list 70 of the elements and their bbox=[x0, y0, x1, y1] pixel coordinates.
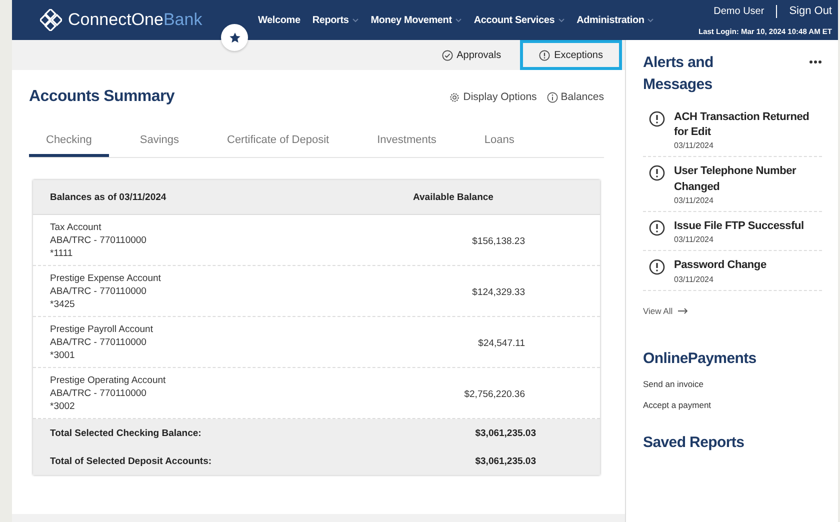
account-name: Prestige Operating Account bbox=[50, 375, 167, 386]
alert-title[interactable]: ACH Transaction Returned for Edit bbox=[674, 110, 819, 140]
nav-menu-item[interactable]: Money Movement bbox=[370, 14, 462, 26]
alert-title[interactable]: User Telephone Number Changed bbox=[674, 164, 819, 196]
balance-amount: $156,138.23 bbox=[471, 235, 525, 249]
caret-icon bbox=[647, 18, 654, 22]
alert-date: 03/11/2024 bbox=[674, 235, 714, 244]
account-name: Prestige Expense Account bbox=[50, 273, 162, 284]
action-link[interactable]: Display Options bbox=[449, 91, 537, 103]
alert-date: 03/11/2024 bbox=[674, 274, 714, 284]
total-amount: $3,061,235.03 bbox=[474, 456, 537, 466]
account-number: *3425 bbox=[50, 299, 76, 310]
routing-number: ABA/TRC - 770110000 bbox=[50, 337, 148, 348]
nav-menu-item[interactable]: Administration bbox=[576, 14, 654, 26]
account-name: Prestige Payroll Account bbox=[50, 324, 154, 335]
arrow-right-icon bbox=[678, 308, 688, 314]
section-title: Accounts Summary bbox=[29, 88, 174, 106]
balance-amount: $124,329.33 bbox=[471, 286, 525, 300]
alert-icon bbox=[649, 259, 665, 276]
account-name: Tax Account bbox=[50, 222, 102, 233]
total-amount: $3,061,235.03 bbox=[474, 428, 537, 438]
account-number: *3002 bbox=[50, 401, 76, 412]
routing-number: ABA/TRC - 770110000 bbox=[50, 388, 148, 399]
balance-amount: $24,547.11 bbox=[477, 337, 525, 351]
caret-icon bbox=[558, 18, 565, 22]
payment-link[interactable]: Send an invoice bbox=[643, 378, 822, 389]
alert-icon bbox=[649, 110, 665, 126]
logo-icon bbox=[40, 9, 62, 31]
panel-title: Alerts and Messages bbox=[643, 53, 714, 95]
routing-number: ABA/TRC - 770110000 bbox=[50, 235, 148, 246]
payment-link[interactable]: Accept a payment bbox=[643, 400, 822, 410]
alert-icon bbox=[539, 50, 550, 60]
toolbar-link[interactable]: Exceptions bbox=[520, 40, 622, 70]
toolbar-link[interactable]: Approvals bbox=[422, 40, 520, 70]
check-circle-icon bbox=[442, 50, 453, 60]
alert-date: 03/11/2024 bbox=[674, 141, 714, 150]
column-header: Available Balance bbox=[412, 192, 494, 202]
caret-icon bbox=[352, 18, 359, 22]
star-icon bbox=[228, 32, 240, 44]
nav-menu-item[interactable]: Welcome bbox=[258, 14, 300, 26]
alert-title[interactable]: Password Change bbox=[674, 258, 766, 274]
view-all-link[interactable]: View All bbox=[643, 306, 822, 316]
user-name: Demo User bbox=[714, 6, 764, 16]
more-icon bbox=[809, 60, 822, 64]
column-header: Balances as of 03/11/2024 bbox=[50, 192, 168, 202]
total-label: Total of Selected Deposit Accounts: bbox=[50, 456, 213, 466]
tab[interactable]: Checking bbox=[29, 130, 109, 157]
alert-date: 03/11/2024 bbox=[674, 196, 714, 206]
logo-text: ConnectOneBank bbox=[68, 10, 202, 30]
caret-icon bbox=[454, 18, 462, 22]
action-link[interactable]: Balances bbox=[546, 91, 604, 103]
tab[interactable]: Investments bbox=[360, 130, 454, 157]
tab[interactable]: Certificate of Deposit bbox=[210, 130, 346, 157]
tab[interactable]: Loans bbox=[467, 130, 532, 157]
sign-out-link[interactable]: Sign Out bbox=[789, 5, 832, 17]
nav-menu-item[interactable]: Reports bbox=[312, 14, 359, 26]
panel-title: Saved Reports bbox=[643, 432, 746, 453]
gear-icon bbox=[449, 92, 460, 102]
nav-menu-item[interactable]: Account Services bbox=[474, 14, 565, 26]
panel-title: OnlinePayments bbox=[643, 348, 758, 369]
balance-amount: $2,756,220.36 bbox=[463, 388, 525, 402]
account-number: *3001 bbox=[50, 350, 76, 361]
info-icon bbox=[546, 92, 558, 102]
alert-title[interactable]: Issue File FTP Successful bbox=[674, 219, 804, 234]
routing-number: ABA/TRC - 770110000 bbox=[50, 286, 148, 297]
alert-icon bbox=[649, 220, 665, 236]
tab[interactable]: Savings bbox=[122, 130, 196, 157]
total-label: Total Selected Checking Balance: bbox=[50, 428, 202, 438]
alert-icon bbox=[649, 165, 665, 182]
account-number: *1111 bbox=[50, 248, 74, 259]
